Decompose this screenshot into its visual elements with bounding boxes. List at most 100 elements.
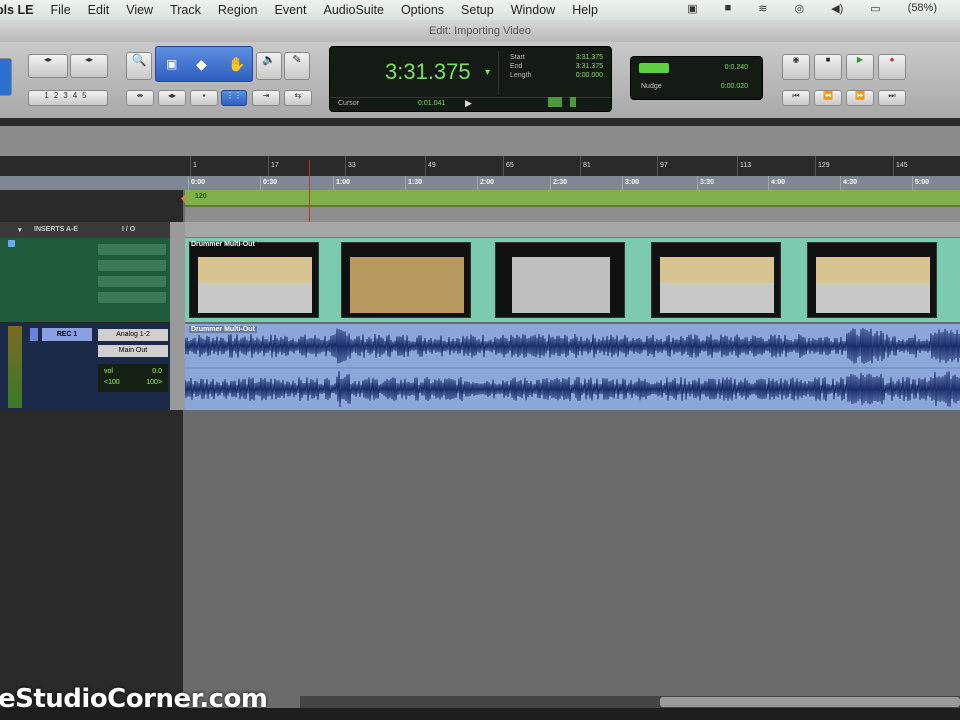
- minsec-tick-label: 0:30: [260, 176, 277, 190]
- video-track-header[interactable]: [0, 238, 170, 322]
- volume-icon[interactable]: ◀): [831, 2, 843, 15]
- length-value[interactable]: 0:00.000: [576, 71, 603, 80]
- output-selector[interactable]: Main Out: [98, 345, 168, 357]
- meter-ruler[interactable]: [185, 207, 960, 222]
- trim-select-grabber-tools[interactable]: ▣ ◆ ✋: [155, 46, 253, 82]
- menu-bar: ols LE File Edit View Track Region Event…: [0, 0, 960, 20]
- minsec-tick-label: 4:00: [768, 176, 785, 190]
- tempo-ruler[interactable]: ◆ 120: [181, 190, 960, 207]
- timeline-grid: [185, 222, 960, 238]
- stop-button[interactable]: ■: [814, 54, 842, 80]
- menu-file[interactable]: File: [51, 3, 71, 17]
- zoomer-tool-icon[interactable]: 🔍: [126, 52, 152, 80]
- record-button[interactable]: ●: [878, 54, 906, 80]
- rewind-button[interactable]: ⏪: [814, 90, 842, 106]
- cursor-label: Cursor: [338, 100, 360, 107]
- track-name[interactable]: REC 1: [42, 328, 92, 341]
- track-header-columns: ▾ INSERTS A-E I / O: [0, 222, 183, 238]
- minsec-tick-label: 2:00: [477, 176, 494, 190]
- menu-edit[interactable]: Edit: [88, 3, 110, 17]
- menu-window[interactable]: Window: [511, 3, 555, 17]
- record-enable-icon[interactable]: [30, 328, 38, 341]
- zoom-presets[interactable]: 12345: [28, 90, 108, 106]
- play-button[interactable]: ▶: [846, 54, 874, 80]
- minsec-tick-label: 2:30: [550, 176, 567, 190]
- online-button[interactable]: ◉: [782, 54, 810, 80]
- io-header[interactable]: I / O: [122, 226, 135, 233]
- trim-tool-icon: ▣: [166, 57, 178, 71]
- link-toggle[interactable]: ⇆: [284, 90, 312, 106]
- grid-value[interactable]: 0:0.240: [725, 64, 748, 71]
- play-icon: ▶: [465, 98, 472, 108]
- app-menu[interactable]: ols LE: [0, 3, 34, 17]
- bar-tick-label: 17: [268, 156, 279, 176]
- insert-slot[interactable]: [98, 292, 166, 303]
- menu-region[interactable]: Region: [218, 3, 258, 17]
- insert-slot[interactable]: [98, 244, 166, 255]
- counter-dropdown-icon: ▾: [485, 67, 491, 78]
- menu-audiosuite[interactable]: AudioSuite: [323, 3, 383, 17]
- audio-region[interactable]: Drummer Multi-Out: [185, 324, 960, 410]
- menu-event[interactable]: Event: [275, 3, 307, 17]
- bar-tick-label: 113: [737, 156, 751, 176]
- volume-pan-display[interactable]: vol 0.0 <100 100>: [98, 364, 168, 392]
- battery-percent: (58%): [907, 2, 937, 14]
- status-icons: ▣ ■ ≋ ◎ ◀) ▭ (58%): [687, 2, 954, 15]
- bar-tick-label: 145: [893, 156, 908, 176]
- display-icon[interactable]: ■: [725, 2, 732, 15]
- slip-mode[interactable]: ▪: [190, 90, 218, 106]
- fast-forward-button[interactable]: ⏩: [846, 90, 874, 106]
- mode-button[interactable]: [0, 58, 12, 96]
- start-label: Start: [510, 54, 525, 61]
- tempo-marker-icon: ◆: [181, 193, 188, 203]
- shuffle-mode[interactable]: ⇼: [126, 90, 154, 106]
- screen-icon[interactable]: ▣: [687, 2, 697, 15]
- grid-nudge-display: 0:0.240 Nudge 0:00.020: [630, 56, 763, 100]
- midi-icon[interactable]: [548, 97, 562, 107]
- menu-view[interactable]: View: [126, 3, 153, 17]
- zoom-out-button[interactable]: ◂▸: [28, 54, 68, 78]
- spot-mode[interactable]: ◂▸: [158, 90, 186, 106]
- menu-help[interactable]: Help: [572, 3, 598, 17]
- menu-track[interactable]: Track: [170, 3, 201, 17]
- scrubber-tool-icon[interactable]: 🔈: [256, 52, 282, 80]
- tempo-value: 120: [195, 193, 207, 200]
- minsec-tick-label: 4:30: [840, 176, 857, 190]
- sync-icon[interactable]: ◎: [795, 2, 805, 15]
- go-to-end-button[interactable]: ⏭: [878, 90, 906, 106]
- nudge-value[interactable]: 0:00.020: [721, 83, 748, 90]
- tab-to-transient[interactable]: ⇥: [252, 90, 280, 106]
- insert-slot[interactable]: [98, 260, 166, 271]
- grid-toggle[interactable]: [639, 63, 669, 73]
- bar-tick-label: 49: [425, 156, 436, 176]
- audio-region-name: Drummer Multi-Out: [189, 326, 257, 333]
- nudge-label: Nudge: [641, 83, 662, 90]
- input-selector[interactable]: Analog 1-2: [98, 329, 168, 341]
- video-online-icon: [8, 240, 15, 247]
- menu-setup[interactable]: Setup: [461, 3, 494, 17]
- insert-slot[interactable]: [98, 276, 166, 287]
- pencil-tool-icon[interactable]: ✎: [284, 52, 310, 80]
- scrollbar-thumb[interactable]: [660, 697, 960, 707]
- minsec-tick-label: 1:00: [333, 176, 350, 190]
- main-counter-value[interactable]: 3:31.375: [385, 59, 471, 85]
- end-value[interactable]: 3:31.375: [576, 62, 603, 71]
- minsec-tick-label: 1:30: [405, 176, 422, 190]
- video-region[interactable]: Drummer Multi-Out: [185, 238, 960, 322]
- minsecs-ruler[interactable]: 0:00 0:30 1:00 1:30 2:00 2:30 3:00 3:30 4:00 4:30…: [0, 176, 960, 190]
- inserts-header[interactable]: INSERTS A-E: [34, 226, 78, 233]
- main-counter: 3:31.375 ▾ Start End Length 3:31.375 3:31.3…: [329, 46, 612, 112]
- zoom-in-button[interactable]: ◂▸: [70, 54, 108, 78]
- menu-options[interactable]: Options: [401, 3, 444, 17]
- wifi-icon[interactable]: ≋: [758, 2, 767, 15]
- waveform: [185, 328, 960, 408]
- grid-mode[interactable]: ⋮⋮: [221, 90, 247, 106]
- battery-icon[interactable]: ▭: [870, 2, 880, 15]
- playhead[interactable]: [309, 160, 310, 222]
- audio-track-header[interactable]: REC 1 Analog 1-2 Main Out vol 0.0 <100 100…: [0, 324, 170, 410]
- bars-beats-ruler[interactable]: 1 17 33 49 65 81 97 113 129 145: [0, 156, 960, 176]
- start-value[interactable]: 3:31.375: [576, 53, 603, 62]
- grabber-tool-icon: ✋: [228, 56, 246, 72]
- return-to-zero-button[interactable]: ⏮: [782, 90, 810, 106]
- selector-tool-icon: ◆: [196, 56, 207, 72]
